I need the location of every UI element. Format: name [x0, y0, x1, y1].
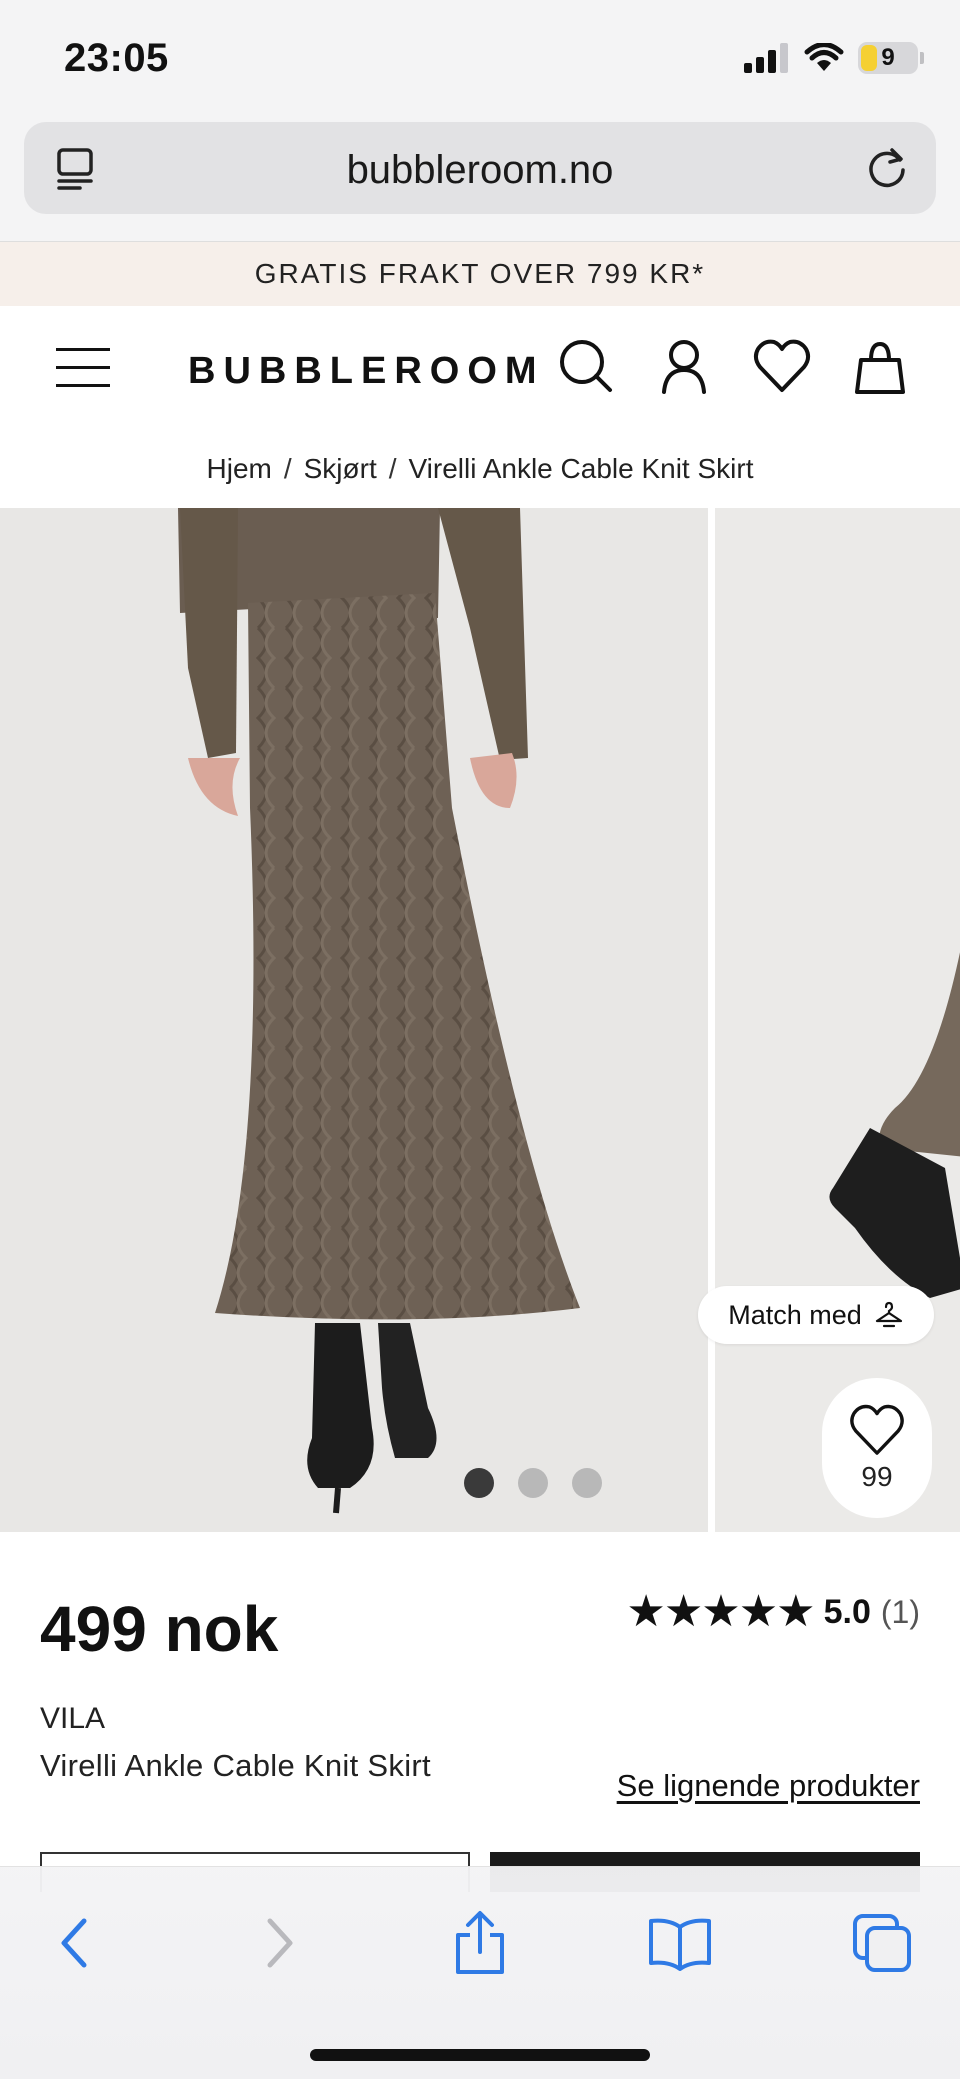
site-header: BUBBLEROOM [0, 306, 960, 430]
product-brand[interactable]: VILA [40, 1702, 105, 1736]
chevron-right-icon [267, 1918, 293, 1968]
url-text[interactable]: bubbleroom.no [24, 148, 936, 193]
heart-icon [850, 1404, 904, 1455]
share-button[interactable] [444, 1907, 516, 1979]
breadcrumb-item-category[interactable]: Skjørt [304, 453, 377, 485]
rating-count: (1) [880, 1593, 920, 1630]
similar-products-link[interactable]: Se lignende produkter [617, 1768, 920, 1804]
product-name: Virelli Ankle Cable Knit Skirt [40, 1748, 431, 1783]
match-with-button[interactable]: Match med [698, 1286, 934, 1344]
chevron-left-icon [61, 1918, 87, 1968]
gallery-dot[interactable] [572, 1468, 602, 1498]
next-photo-illustration [715, 508, 960, 1532]
product-photo-illustration [0, 508, 708, 1532]
rating-stars-icon: ★★★★★ [626, 1587, 815, 1636]
bookmarks-button[interactable] [644, 1907, 716, 1979]
cellular-signal-icon [744, 43, 788, 73]
product-image-gallery[interactable]: Match med 99 [0, 508, 960, 1532]
status-icons: 9 [744, 40, 924, 76]
reload-icon[interactable] [862, 142, 912, 192]
search-icon[interactable] [556, 336, 616, 396]
home-indicator[interactable] [310, 2049, 650, 2061]
wishlist-heart-icon[interactable] [752, 336, 812, 396]
shopping-bag-icon[interactable] [850, 336, 910, 396]
menu-icon[interactable] [56, 348, 110, 388]
favorite-count: 99 [861, 1461, 893, 1492]
share-icon [456, 1911, 504, 1974]
back-button[interactable] [38, 1907, 110, 1979]
gallery-dot[interactable] [464, 1468, 494, 1498]
account-icon[interactable] [654, 336, 714, 396]
browser-url-area: bubbleroom.no [0, 118, 960, 242]
forward-button[interactable] [244, 1907, 316, 1979]
browser-toolbar [0, 1866, 960, 2079]
product-photo[interactable] [0, 508, 708, 1532]
tabs-icon [853, 1914, 911, 1972]
tabs-button[interactable] [846, 1907, 918, 1979]
gallery-dot[interactable] [518, 1468, 548, 1498]
breadcrumb: Hjem / Skjørt / Virelli Ankle Cable Knit… [0, 430, 960, 508]
gallery-pagination [464, 1468, 602, 1498]
shipping-promo-banner[interactable]: GRATIS FRAKT OVER 799 KR* [0, 242, 960, 306]
battery-level: 9 [881, 44, 895, 71]
product-price: 499 nok [40, 1593, 279, 1665]
product-rating[interactable]: ★★★★★ 5.0 (1) [626, 1590, 920, 1634]
rating-value: 5.0 [823, 1592, 871, 1631]
address-bar[interactable]: bubbleroom.no [24, 122, 936, 214]
breadcrumb-item-current: Virelli Ankle Cable Knit Skirt [408, 453, 754, 484]
status-bar: 23:05 9 [0, 0, 960, 118]
hanger-icon [875, 1301, 902, 1328]
breadcrumb-separator: / [388, 453, 397, 484]
breadcrumb-item-home[interactable]: Hjem [207, 453, 272, 485]
promo-text: GRATIS FRAKT OVER 799 KR* [254, 258, 706, 289]
book-icon [649, 1918, 711, 1971]
favorite-button[interactable]: 99 [822, 1378, 932, 1518]
next-product-photo[interactable] [715, 508, 960, 1532]
status-time: 23:05 [64, 36, 169, 80]
match-with-label: Match med [728, 1299, 862, 1330]
breadcrumb-separator: / [283, 453, 292, 484]
site-logo[interactable]: BUBBLEROOM [188, 350, 545, 393]
battery-icon: 9 [858, 42, 918, 74]
wifi-icon [804, 43, 844, 71]
